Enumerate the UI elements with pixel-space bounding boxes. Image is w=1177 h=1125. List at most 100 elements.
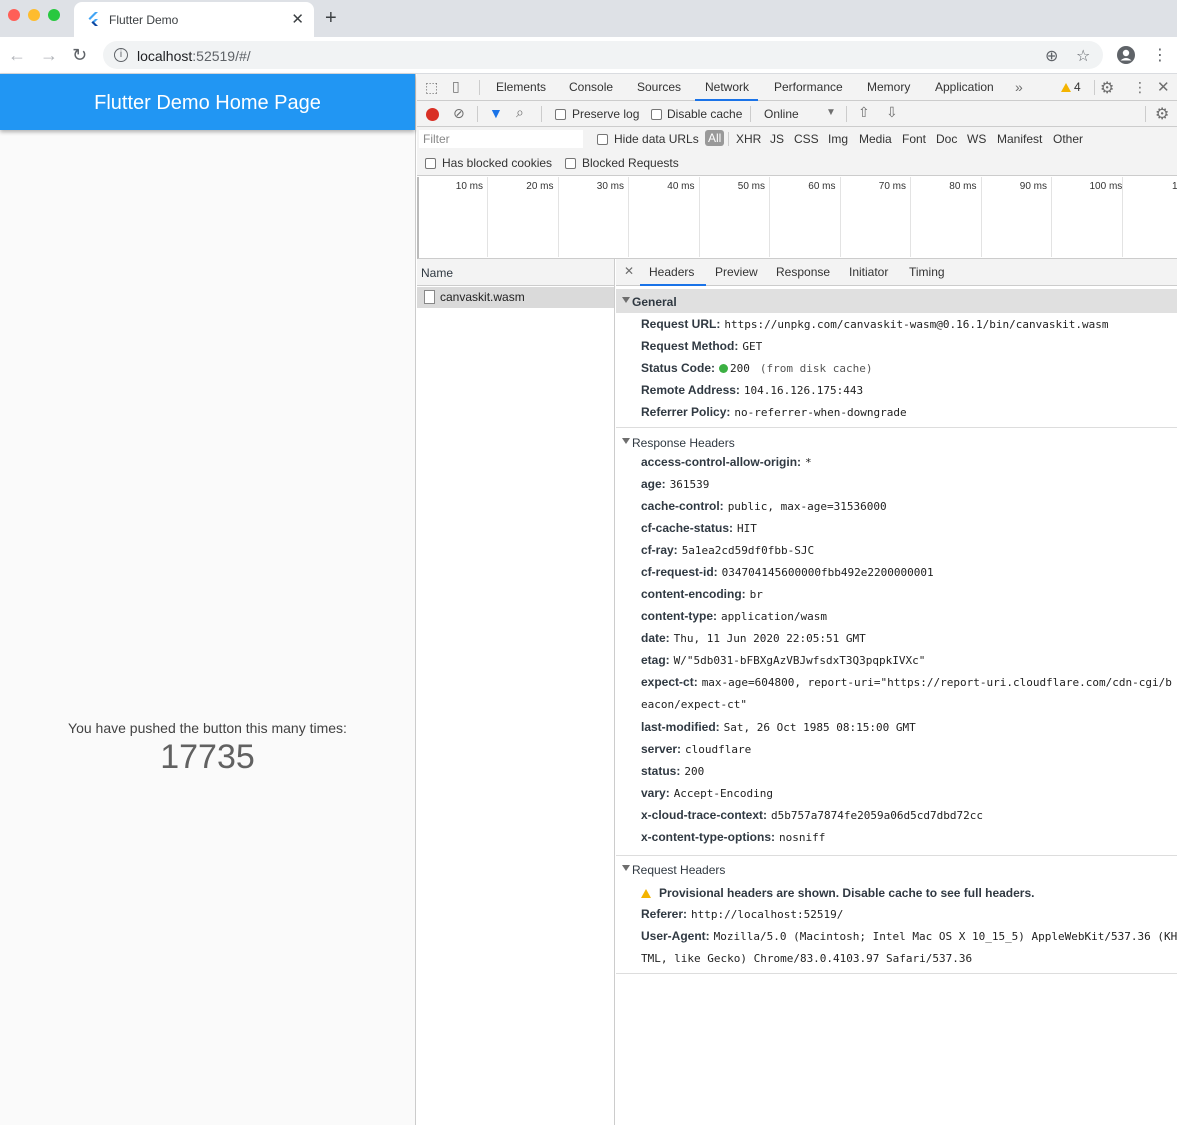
warning-icon [641, 889, 651, 898]
file-icon [424, 290, 435, 304]
filter-funnel-icon[interactable]: ▼ [489, 105, 503, 121]
preserve-log-checkbox[interactable] [555, 109, 566, 120]
site-info-icon[interactable]: i [114, 48, 128, 62]
browser-menu-icon[interactable]: ⋮ [1152, 45, 1168, 65]
triangle-down-icon [622, 865, 630, 871]
tab-preview[interactable]: Preview [715, 265, 758, 279]
type-filter-img[interactable]: Img [828, 132, 848, 146]
separator [479, 80, 480, 95]
timeline-gridline [698, 177, 700, 257]
response-header-row: cf-cache-status: HIT [641, 521, 757, 535]
timeline-tick-label: 70 ms [878, 181, 906, 192]
minimize-window-button[interactable] [28, 9, 40, 21]
device-toolbar-icon[interactable]: ▯ [452, 78, 460, 95]
throttle-select[interactable]: Online [764, 107, 799, 121]
response-header-row: vary: Accept-Encoding [641, 786, 774, 800]
type-filter-ws[interactable]: WS [967, 132, 986, 146]
blocked-requests-checkbox[interactable] [565, 158, 576, 169]
network-toolbar: ⊘ ▼ ⌕ Preserve log Disable cache Online … [417, 101, 1177, 127]
close-tab-icon[interactable]: ✕ [291, 10, 304, 28]
warnings-badge[interactable]: 4 [1061, 80, 1081, 94]
address-bar[interactable]: i localhost:52519/#/ ⊕ ☆ [103, 41, 1103, 69]
blocked-cookies-checkbox[interactable] [425, 158, 436, 169]
divider [616, 973, 1177, 974]
maximize-window-button[interactable] [48, 9, 60, 21]
response-header-row: age: 361539 [641, 477, 710, 491]
timeline-tick-label: 20 ms [526, 181, 554, 192]
chevron-down-icon[interactable]: ▼ [826, 107, 836, 118]
filter-bar: Hide data URLs All XHR JS CSS Img Media … [417, 127, 1177, 151]
status-code-row: Status Code: 200 (from disk cache) [641, 361, 873, 375]
search-icon[interactable]: ⌕ [516, 104, 524, 121]
tab-headers[interactable]: Headers [649, 265, 694, 279]
general-section-header[interactable]: General [616, 289, 1177, 313]
settings-gear-icon[interactable]: ⚙ [1100, 78, 1114, 98]
type-filter-other[interactable]: Other [1053, 132, 1083, 146]
devtools-menu-icon[interactable]: ⋮ [1133, 79, 1147, 96]
timeline-gridline [839, 177, 841, 257]
filter-bar-secondary: Has blocked cookies Blocked Requests [417, 151, 1177, 176]
tab-performance[interactable]: Performance [774, 80, 843, 94]
close-devtools-icon[interactable]: ✕ [1157, 78, 1170, 96]
tab-network[interactable]: Network [705, 80, 749, 94]
flutter-app-viewport: Flutter Demo Home Page You have pushed t… [0, 74, 416, 1125]
type-filter-xhr[interactable]: XHR [736, 132, 761, 146]
inspect-element-icon[interactable]: ⬚ [425, 79, 438, 96]
type-filter-doc[interactable]: Doc [936, 132, 957, 146]
tab-sources[interactable]: Sources [637, 80, 681, 94]
filter-input[interactable] [419, 130, 583, 148]
close-details-icon[interactable]: ✕ [624, 264, 634, 278]
timeline-tick-label: 50 ms [737, 181, 765, 192]
response-header-row: expect-ct: max-age=604800, report-uri="ht… [641, 675, 1172, 689]
request-row[interactable]: canvaskit.wasm [417, 287, 614, 308]
response-header-row: eacon/expect-ct" [641, 698, 747, 711]
name-column-header[interactable]: Name [417, 259, 614, 286]
bookmark-star-icon[interactable]: ☆ [1076, 46, 1090, 66]
disable-cache-checkbox[interactable] [651, 109, 662, 120]
timeline-gridline [769, 177, 770, 257]
tab-initiator[interactable]: Initiator [849, 265, 888, 279]
response-header-row: x-content-type-options: nosniff [641, 830, 826, 844]
more-tabs-icon[interactable]: » [1015, 79, 1023, 95]
reload-icon[interactable]: ↻ [72, 45, 87, 66]
hide-data-urls-checkbox[interactable] [597, 134, 608, 145]
request-url-row: Request URL: https://unpkg.com/canvaskit-… [641, 317, 1109, 331]
close-window-button[interactable] [8, 9, 20, 21]
timeline-tick-label: 100 ms [1089, 181, 1123, 192]
tab-memory[interactable]: Memory [867, 80, 910, 94]
profile-avatar-icon[interactable] [1116, 45, 1136, 65]
install-app-icon[interactable]: ⊕ [1045, 46, 1058, 66]
pushed-label: You have pushed the button this many tim… [68, 720, 347, 736]
type-filter-js[interactable]: JS [770, 132, 784, 146]
provisional-warning-row: Provisional headers are shown. Disable c… [641, 886, 1034, 900]
export-har-icon[interactable]: ⇩ [886, 104, 898, 121]
type-filter-all[interactable]: All [705, 130, 725, 146]
tab-console[interactable]: Console [569, 80, 613, 94]
new-tab-button[interactable]: + [325, 7, 337, 30]
timeline-tick-label: 10 ms [455, 181, 483, 192]
type-filter-font[interactable]: Font [902, 132, 926, 146]
referer-row: Referer: http://localhost:52519/ [641, 907, 844, 921]
clear-icon[interactable]: ⊘ [453, 105, 465, 122]
tab-elements[interactable]: Elements [496, 80, 546, 94]
tab-response[interactable]: Response [776, 265, 830, 279]
back-arrow-icon[interactable]: ← [8, 45, 26, 66]
response-header-row: etag: W/"5db031-bFBXgAzVBJwfsdxT3Q3pqpkIV… [641, 653, 926, 667]
request-headers-section-header[interactable]: Request Headers [616, 857, 1177, 881]
type-filter-manifest[interactable]: Manifest [997, 132, 1042, 146]
browser-tab[interactable]: Flutter Demo ✕ [74, 2, 314, 37]
response-headers-section-header[interactable]: Response Headers [616, 430, 1177, 454]
tab-timing[interactable]: Timing [909, 265, 945, 279]
network-settings-gear-icon[interactable]: ⚙ [1155, 104, 1169, 124]
import-har-icon[interactable]: ⇧ [858, 104, 870, 121]
type-filter-css[interactable]: CSS [794, 132, 819, 146]
type-filter-media[interactable]: Media [859, 132, 892, 146]
request-list: Name canvaskit.wasm [417, 259, 615, 1125]
tab-application[interactable]: Application [935, 80, 994, 94]
forward-arrow-icon[interactable]: → [40, 45, 58, 66]
network-timeline[interactable]: 10 ms 20 ms 30 ms 40 ms 50 ms 60 ms 70 ms 80 ms… [417, 177, 1177, 259]
record-button[interactable] [426, 108, 439, 121]
request-method-row: Request Method: GET [641, 339, 763, 353]
divider [616, 855, 1177, 856]
name-header-label: Name [421, 266, 454, 280]
